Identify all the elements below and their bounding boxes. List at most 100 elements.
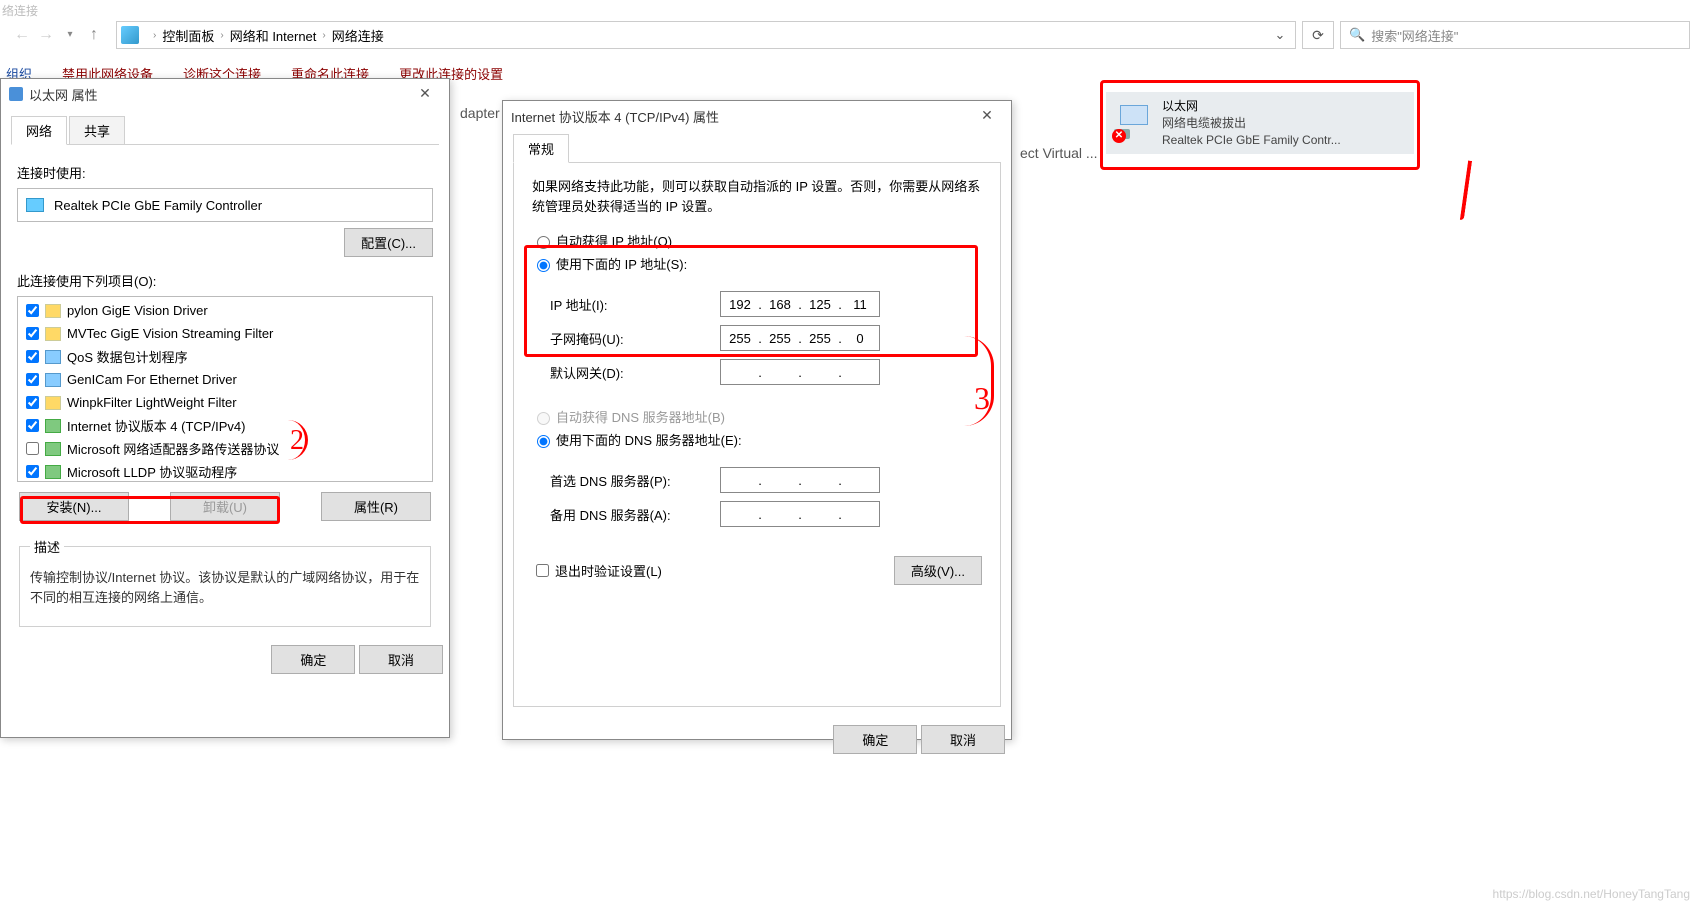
driver-icon [45, 373, 61, 387]
cancel-button[interactable]: 取消 [921, 725, 1005, 754]
list-item: Microsoft LLDP 协议驱动程序 [20, 460, 430, 482]
advanced-button[interactable]: 高级(V)... [894, 556, 982, 585]
description-group: 描述 传输控制协议/Internet 协议。该协议是默认的广域网络协议，用于在不… [19, 537, 431, 627]
adapter-select: Realtek PCIe GbE Family Controller [17, 188, 433, 222]
gateway-input[interactable]: ... [720, 359, 880, 385]
configure-button[interactable]: 配置(C)... [344, 228, 433, 257]
annotation-box-3 [524, 245, 978, 357]
driver-icon [45, 327, 61, 341]
item-checkbox[interactable] [26, 396, 39, 409]
titlebar[interactable]: 以太网 属性 ✕ [1, 79, 449, 109]
list-item: WinpkFilter LightWeight Filter [20, 391, 430, 414]
chevron-right-icon[interactable]: › [147, 30, 162, 41]
adapter-name-text: Realtek PCIe GbE Family Controller [54, 198, 262, 213]
dialog-title: Internet 协议版本 4 (TCP/IPv4) 属性 [511, 107, 719, 126]
chevron-right-icon[interactable]: › [316, 30, 331, 41]
ipv4-properties-dialog: Internet 协议版本 4 (TCP/IPv4) 属性 ✕ 常规 如果网络支… [502, 100, 1012, 740]
ok-button[interactable]: 确定 [271, 645, 355, 674]
item-label[interactable]: pylon GigE Vision Driver [67, 303, 208, 318]
bg-text-adapter: dapter [460, 105, 500, 121]
close-button[interactable]: ✕ [971, 104, 1003, 128]
item-label[interactable]: MVTec GigE Vision Streaming Filter [67, 326, 273, 341]
breadcrumb-item[interactable]: 网络和 Internet [230, 26, 317, 45]
item-checkbox[interactable] [26, 373, 39, 386]
label-use-dns: 使用下面的 DNS 服务器地址(E): [556, 430, 742, 449]
titlebar[interactable]: Internet 协议版本 4 (TCP/IPv4) 属性 ✕ [503, 101, 1011, 131]
item-checkbox[interactable] [26, 304, 39, 317]
list-item: GenICam For Ethernet Driver [20, 368, 430, 391]
item-label[interactable]: WinpkFilter LightWeight Filter [67, 395, 237, 410]
breadcrumb-item[interactable]: 网络连接 [332, 26, 384, 45]
description-text: 传输控制协议/Internet 协议。该协议是默认的广域网络协议，用于在不同的相… [30, 568, 420, 608]
adapter-icon [26, 198, 44, 212]
alternate-dns-label: 备用 DNS 服务器(A): [550, 505, 720, 524]
alternate-dns-input[interactable]: ... [720, 501, 880, 527]
preferred-dns-label: 首选 DNS 服务器(P): [550, 471, 720, 490]
driver-icon [45, 350, 61, 364]
preferred-dns-input[interactable]: ... [720, 467, 880, 493]
annotation-box-2 [20, 496, 280, 524]
chevron-right-icon[interactable]: › [214, 30, 229, 41]
list-item: Microsoft 网络适配器多路传送器协议 [20, 437, 430, 460]
dialog-title: 以太网 属性 [29, 85, 98, 104]
protocol-icon [45, 442, 61, 456]
items-label: 此连接使用下列项目(O): [17, 271, 433, 290]
item-label[interactable]: Microsoft LLDP 协议驱动程序 [67, 462, 237, 481]
radio-auto-dns [537, 412, 550, 425]
list-item: MVTec GigE Vision Streaming Filter [20, 322, 430, 345]
item-label[interactable]: QoS 数据包计划程序 [67, 347, 188, 366]
item-checkbox[interactable] [26, 327, 39, 340]
refresh-button[interactable]: ⟳ [1302, 21, 1334, 49]
search-placeholder: 搜索"网络连接" [1371, 26, 1458, 45]
item-label[interactable]: GenICam For Ethernet Driver [67, 372, 237, 387]
search-icon: 🔍 [1349, 27, 1365, 43]
protocol-list[interactable]: pylon GigE Vision Driver MVTec GigE Visi… [17, 296, 433, 482]
search-box[interactable]: 🔍 搜索"网络连接" [1340, 21, 1690, 49]
watermark: https://blog.csdn.net/HoneyTangTang [1493, 887, 1690, 901]
nic-icon [9, 87, 23, 101]
item-checkbox[interactable] [26, 442, 39, 455]
ok-button[interactable]: 确定 [833, 725, 917, 754]
list-item: QoS 数据包计划程序 [20, 345, 430, 368]
list-item-ipv4: Internet 协议版本 4 (TCP/IPv4) [20, 414, 430, 437]
item-label[interactable]: Internet 协议版本 4 (TCP/IPv4) [67, 416, 245, 435]
item-label[interactable]: Microsoft 网络适配器多路传送器协议 [67, 439, 279, 458]
item-checkbox[interactable] [26, 350, 39, 363]
protocol-icon [45, 419, 61, 433]
adapter-device: Realtek PCIe GbE Family Contr... [1162, 132, 1341, 149]
recent-dropdown[interactable]: ▾ [58, 23, 82, 47]
cancel-button[interactable]: 取消 [359, 645, 443, 674]
close-button[interactable]: ✕ [409, 82, 441, 106]
item-checkbox[interactable] [26, 465, 39, 478]
address-dropdown[interactable]: ⌄ [1269, 27, 1291, 43]
ethernet-properties-dialog: 以太网 属性 ✕ 网络 共享 连接时使用: Realtek PCIe GbE F… [0, 78, 450, 738]
radio-use-dns[interactable] [537, 435, 550, 448]
adapter-tile-ethernet[interactable]: ✕ 以太网 网络电缆被拔出 Realtek PCIe GbE Family Co… [1106, 92, 1414, 154]
adapter-name: 以太网 [1162, 98, 1341, 115]
driver-icon [45, 396, 61, 410]
tab-general[interactable]: 常规 [513, 134, 569, 163]
validate-checkbox[interactable] [536, 564, 549, 577]
breadcrumb-item[interactable]: 控制面板 [162, 26, 214, 45]
explorer-toolbar: ← → ▾ ↑ › 控制面板 › 网络和 Internet › 网络连接 ⌄ ⟳… [0, 0, 1700, 60]
tab-network[interactable]: 网络 [11, 116, 67, 145]
validate-label: 退出时验证设置(L) [555, 561, 662, 580]
driver-icon [45, 304, 61, 318]
list-item: pylon GigE Vision Driver [20, 299, 430, 322]
description-legend: 描述 [30, 537, 64, 556]
forward-button[interactable]: → [34, 23, 58, 47]
item-checkbox[interactable] [26, 419, 39, 432]
label-auto-dns: 自动获得 DNS 服务器地址(B) [556, 407, 725, 426]
adapter-status: 网络电缆被拔出 [1162, 115, 1341, 132]
up-button[interactable]: ↑ [82, 23, 106, 47]
protocol-icon [45, 465, 61, 479]
tab-sharing[interactable]: 共享 [69, 116, 125, 145]
gateway-label: 默认网关(D): [550, 363, 720, 382]
connect-using-label: 连接时使用: [17, 163, 433, 182]
network-adapter-icon: ✕ [1114, 103, 1154, 143]
address-bar[interactable]: › 控制面板 › 网络和 Internet › 网络连接 ⌄ [116, 21, 1296, 49]
connections-icon [121, 26, 139, 44]
back-button[interactable]: ← [10, 23, 34, 47]
properties-button[interactable]: 属性(R) [321, 492, 431, 521]
bg-text-virtual: ect Virtual ... [1020, 145, 1098, 161]
